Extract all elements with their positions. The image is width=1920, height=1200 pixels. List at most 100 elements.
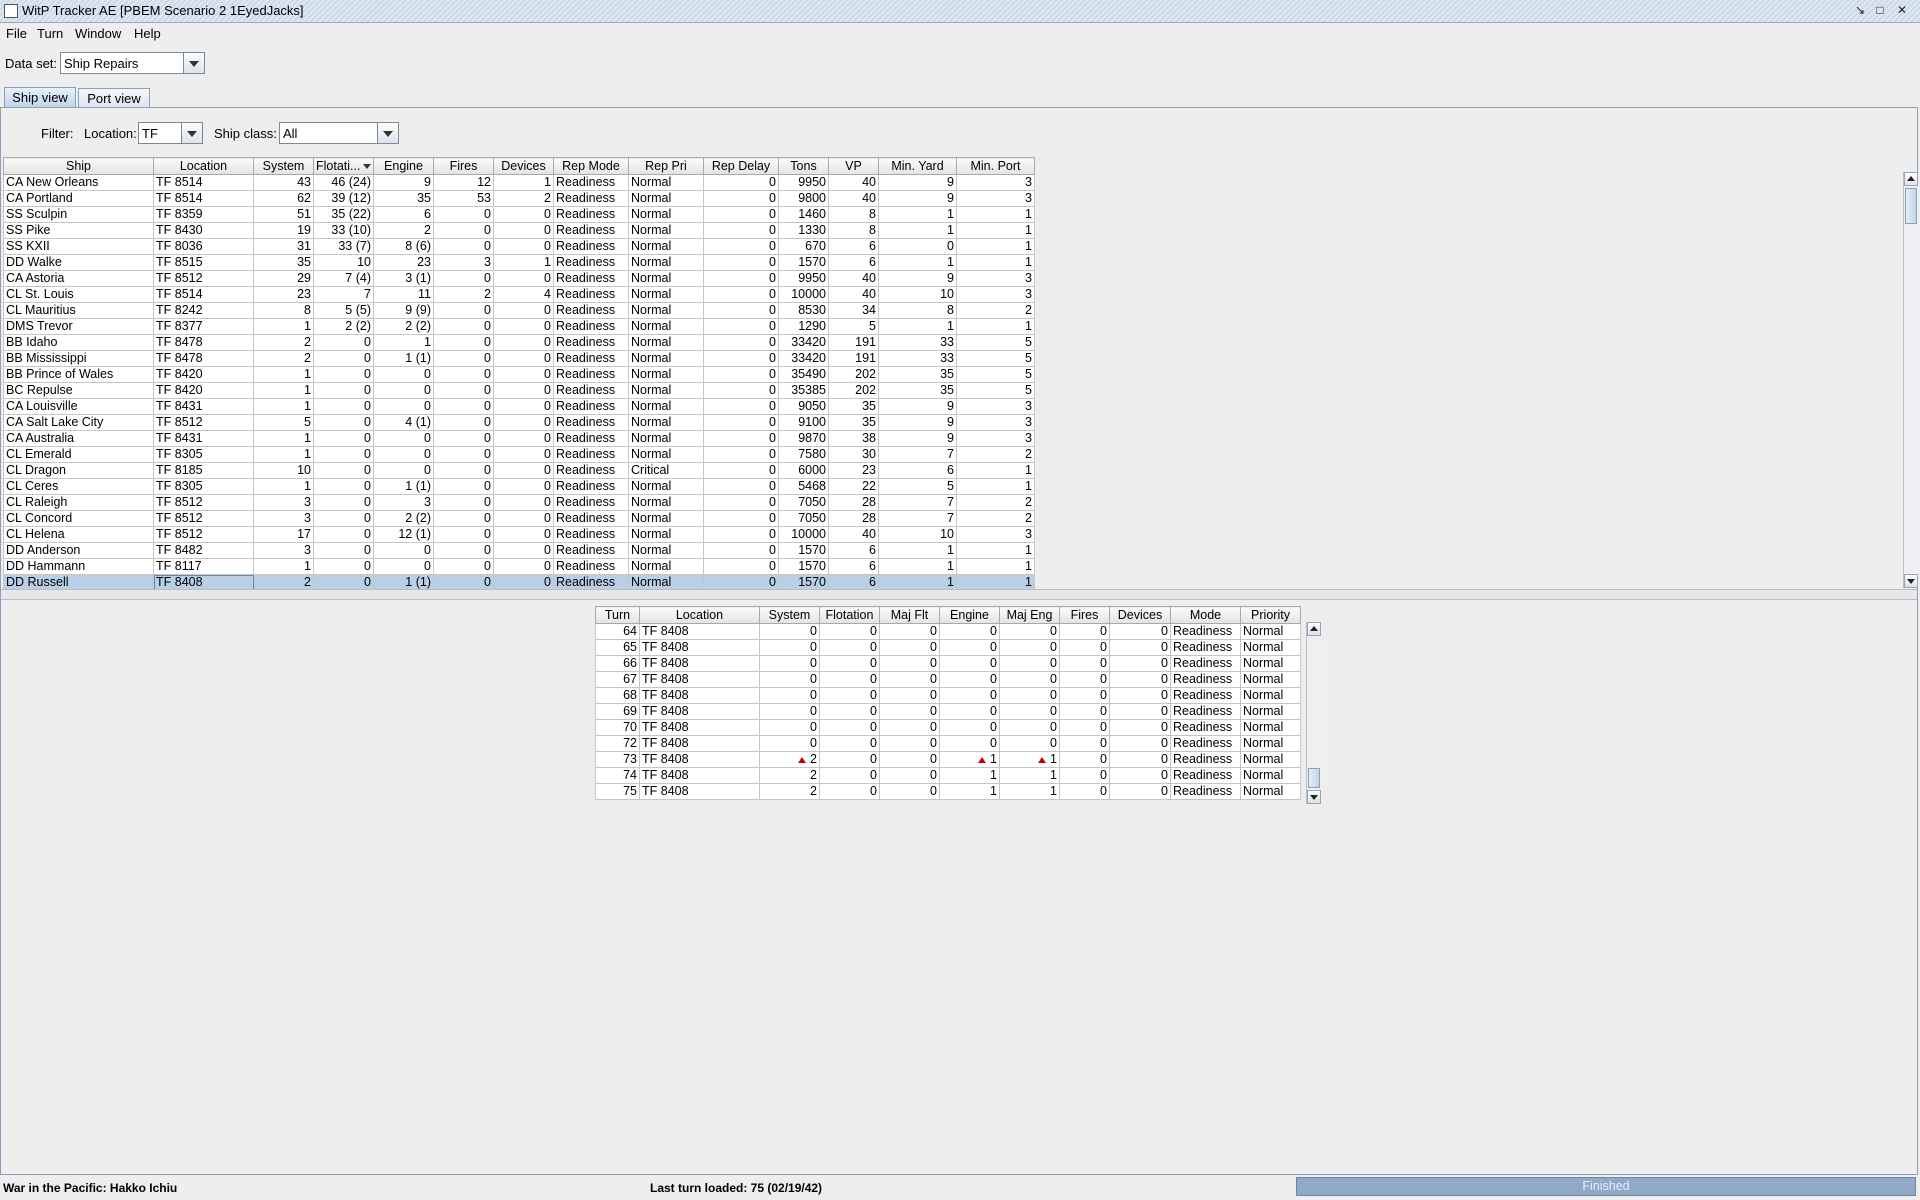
column-header[interactable]: System bbox=[759, 606, 820, 624]
table-row[interactable]: CL Emerald TF 8305 1 0 0 0 0 Readiness Normal 0 75… bbox=[3, 446, 1035, 463]
tab-port-view[interactable]: Port view bbox=[78, 88, 150, 107]
table-cell: TF 8482 bbox=[153, 542, 254, 559]
repair-history-table[interactable]: Turn Location System Flotation Maj Flt Engine… bbox=[595, 606, 1301, 800]
scroll-thumb[interactable] bbox=[1905, 188, 1917, 224]
table-cell: 2 bbox=[433, 286, 494, 303]
table-row[interactable]: BB Mississippi TF 8478 2 0 1 (1) 0 0 Readiness N… bbox=[3, 350, 1035, 367]
column-header[interactable]: Location bbox=[639, 606, 760, 624]
table-row[interactable]: CL St. Louis TF 8514 23 7 11 2 4 Readiness Norma… bbox=[3, 286, 1035, 303]
table-row[interactable]: CA Australia TF 8431 1 0 0 0 0 Readiness Normal 0… bbox=[3, 430, 1035, 447]
column-header[interactable]: Priority bbox=[1240, 606, 1301, 624]
cell-value: 0 bbox=[1161, 640, 1168, 655]
title-bar: WitP Tracker AE [PBEM Scenario 2 1EyedJa… bbox=[0, 0, 1920, 23]
column-header[interactable]: Maj Flt bbox=[879, 606, 940, 624]
column-header[interactable]: Engine bbox=[939, 606, 1000, 624]
column-header[interactable]: Flotati... bbox=[313, 157, 374, 175]
maximize-icon[interactable]: □ bbox=[1872, 2, 1888, 18]
column-header[interactable]: VP bbox=[828, 157, 879, 175]
column-header[interactable]: Mode bbox=[1170, 606, 1241, 624]
tab-ship-view[interactable]: Ship view bbox=[4, 87, 76, 108]
column-header[interactable]: Fires bbox=[433, 157, 494, 175]
shipclass-select[interactable]: All bbox=[279, 122, 399, 144]
menu-file[interactable]: File bbox=[6, 26, 27, 41]
scroll-down-icon[interactable] bbox=[1904, 574, 1918, 588]
table-row[interactable]: CA New Orleans TF 8514 43 46 (24) 9 12 1 Readin… bbox=[3, 174, 1035, 191]
scroll-down-icon[interactable] bbox=[1307, 790, 1321, 804]
table-row[interactable]: SS Sculpin TF 8359 51 35 (22) 6 0 0 Readiness No… bbox=[3, 206, 1035, 223]
table-row[interactable]: 69 TF 8408 0 0 0 0 0 0 0 Readiness Normal bbox=[595, 703, 1301, 720]
table-cell: 9 (9) bbox=[373, 302, 434, 319]
table-cell: Readiness bbox=[553, 174, 629, 191]
table-row[interactable]: 73 TF 8408 2 0 0 1 1 0 0 Readiness Normal bbox=[595, 751, 1301, 768]
table-cell: 0 bbox=[433, 526, 494, 543]
table-row[interactable]: SS Pike TF 8430 19 33 (10) 2 0 0 Readiness Norma… bbox=[3, 222, 1035, 239]
table-row[interactable]: CL Raleigh TF 8512 3 0 3 0 0 Readiness Normal 0 70… bbox=[3, 494, 1035, 511]
table-cell: 2 bbox=[253, 350, 314, 367]
table-row[interactable]: 65 TF 8408 0 0 0 0 0 0 0 Readiness Normal bbox=[595, 639, 1301, 656]
column-header[interactable]: Rep Delay bbox=[703, 157, 779, 175]
table-row[interactable]: DD Hammann TF 8117 1 0 0 0 0 Readiness Normal 0 15… bbox=[3, 558, 1035, 575]
column-header[interactable]: Rep Mode bbox=[553, 157, 629, 175]
table-row[interactable]: DD Walke TF 8515 35 10 23 3 1 Readiness Normal 0 1… bbox=[3, 254, 1035, 271]
column-header[interactable]: Location bbox=[153, 157, 254, 175]
table-cell: 0 bbox=[373, 382, 434, 399]
column-header[interactable]: Turn bbox=[595, 606, 640, 624]
minimize-icon[interactable]: ↘ bbox=[1852, 2, 1868, 18]
column-header[interactable]: Min. Port bbox=[956, 157, 1035, 175]
split-pane-divider[interactable] bbox=[1, 589, 1917, 600]
table-cell: 0 bbox=[703, 478, 779, 495]
column-header[interactable]: Fires bbox=[1059, 606, 1110, 624]
scroll-thumb[interactable] bbox=[1308, 768, 1320, 788]
scroll-up-icon[interactable] bbox=[1307, 622, 1321, 636]
menu-help[interactable]: Help bbox=[134, 26, 161, 41]
scroll-up-icon[interactable] bbox=[1904, 172, 1918, 186]
cell-value: 0 bbox=[810, 720, 817, 735]
table-row[interactable]: BC Repulse TF 8420 1 0 0 0 0 Readiness Normal 0 35… bbox=[3, 382, 1035, 399]
cell-value: Normal bbox=[1243, 752, 1284, 767]
table-row[interactable]: DMS Trevor TF 8377 1 2 (2) 2 (2) 0 0 Readiness N… bbox=[3, 318, 1035, 335]
table-row[interactable]: CL Mauritius TF 8242 8 5 (5) 9 (9) 0 0 Readines… bbox=[3, 302, 1035, 319]
column-header[interactable]: Maj Eng bbox=[999, 606, 1060, 624]
column-header[interactable]: Devices bbox=[493, 157, 554, 175]
table-row[interactable]: CA Salt Lake City TF 8512 5 0 4 (1) 0 0 Readine… bbox=[3, 414, 1035, 431]
column-header[interactable]: Devices bbox=[1109, 606, 1171, 624]
table-row[interactable]: CL Concord TF 8512 3 0 2 (2) 0 0 Readiness Norma… bbox=[3, 510, 1035, 527]
menu-window[interactable]: Window bbox=[75, 26, 121, 41]
column-header[interactable]: Ship bbox=[3, 157, 154, 175]
column-header[interactable]: Tons bbox=[778, 157, 829, 175]
table-row[interactable]: CA Astoria TF 8512 29 7 (4) 3 (1) 0 0 Readiness… bbox=[3, 270, 1035, 287]
table-row[interactable]: BB Idaho TF 8478 2 0 1 0 0 Readiness Normal 0 3342… bbox=[3, 334, 1035, 351]
table-row[interactable]: 67 TF 8408 0 0 0 0 0 0 0 Readiness Normal bbox=[595, 671, 1301, 688]
table-row[interactable]: 75 TF 8408 2 0 0 1 1 0 0 Readiness Normal bbox=[595, 783, 1301, 800]
ship-table[interactable]: Ship Location System Flotati... Engine Fires D… bbox=[3, 157, 1035, 591]
cell-value: 1 bbox=[990, 752, 997, 767]
close-icon[interactable]: ✕ bbox=[1894, 2, 1910, 18]
chevron-down-icon[interactable] bbox=[183, 53, 204, 73]
table-row[interactable]: DD Anderson TF 8482 3 0 0 0 0 Readiness Normal 0 1… bbox=[3, 542, 1035, 559]
history-table-scrollbar[interactable] bbox=[1306, 622, 1321, 804]
table-row[interactable]: CL Helena TF 8512 17 0 12 (1) 0 0 Readiness Norm… bbox=[3, 526, 1035, 543]
table-row[interactable]: 70 TF 8408 0 0 0 0 0 0 0 Readiness Normal bbox=[595, 719, 1301, 736]
table-row[interactable]: 68 TF 8408 0 0 0 0 0 0 0 Readiness Normal bbox=[595, 687, 1301, 704]
table-row[interactable]: CA Louisville TF 8431 1 0 0 0 0 Readiness Normal… bbox=[3, 398, 1035, 415]
chevron-down-icon[interactable] bbox=[377, 123, 398, 143]
table-row[interactable]: CA Portland TF 8514 62 39 (12) 35 53 2 Readines… bbox=[3, 190, 1035, 207]
table-row[interactable]: 72 TF 8408 0 0 0 0 0 0 0 Readiness Normal bbox=[595, 735, 1301, 752]
table-row[interactable]: BB Prince of Wales TF 8420 1 0 0 0 0 Readiness N… bbox=[3, 366, 1035, 383]
column-header[interactable]: Rep Pri bbox=[628, 157, 704, 175]
table-row[interactable]: 74 TF 8408 2 0 0 1 1 0 0 Readiness Normal bbox=[595, 767, 1301, 784]
ship-table-scrollbar[interactable] bbox=[1903, 172, 1918, 588]
table-row[interactable]: 64 TF 8408 0 0 0 0 0 0 0 Readiness Normal bbox=[595, 623, 1301, 640]
dataset-select[interactable]: Ship Repairs bbox=[60, 52, 205, 74]
column-header[interactable]: System bbox=[253, 157, 314, 175]
column-header[interactable]: Engine bbox=[373, 157, 434, 175]
table-row[interactable]: 66 TF 8408 0 0 0 0 0 0 0 Readiness Normal bbox=[595, 655, 1301, 672]
column-header[interactable]: Min. Yard bbox=[878, 157, 957, 175]
column-header[interactable]: Flotation bbox=[819, 606, 880, 624]
chevron-down-icon[interactable] bbox=[181, 123, 202, 143]
menu-turn[interactable]: Turn bbox=[37, 26, 63, 41]
table-row[interactable]: CL Dragon TF 8185 10 0 0 0 0 Readiness Critical 0… bbox=[3, 462, 1035, 479]
table-row[interactable]: SS KXII TF 8036 31 33 (7) 8 (6) 0 0 Readiness No… bbox=[3, 238, 1035, 255]
location-select[interactable]: TF bbox=[138, 122, 203, 144]
table-row[interactable]: CL Ceres TF 8305 1 0 1 (1) 0 0 Readiness Normal 0… bbox=[3, 478, 1035, 495]
